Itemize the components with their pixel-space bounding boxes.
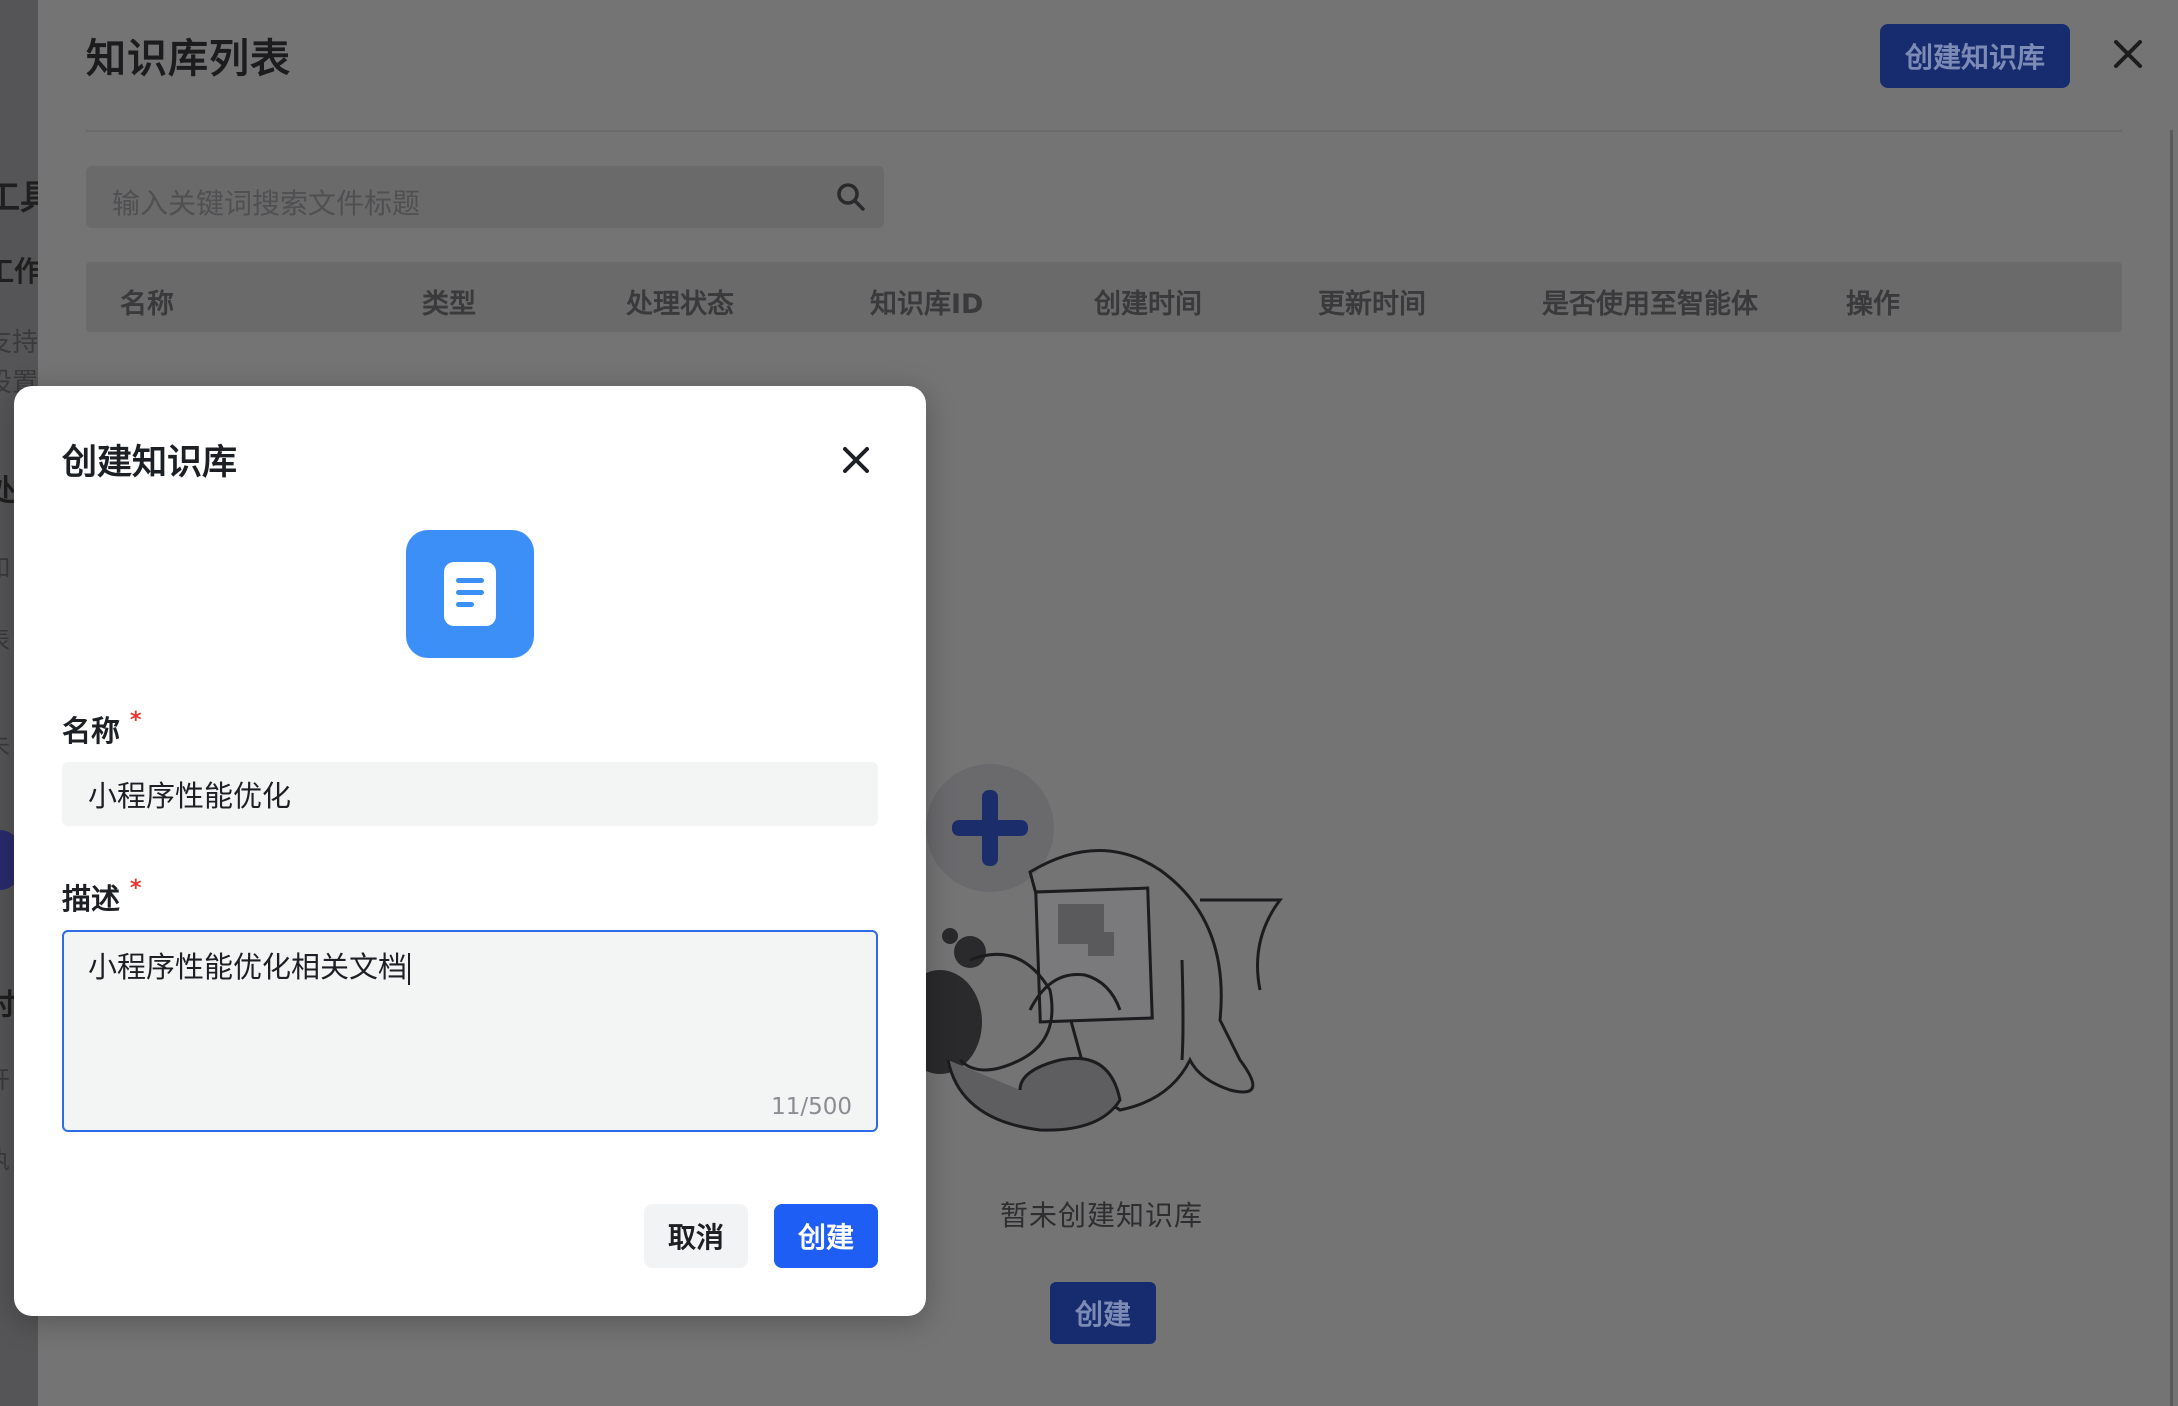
column-header: 更新时间 <box>1318 289 1426 320</box>
column-header: 是否使用至智能体 <box>1542 289 1758 320</box>
required-mark: * <box>130 876 142 901</box>
scrollbar[interactable] <box>2170 130 2173 1406</box>
description-label-text: 描述 <box>62 882 121 916</box>
cancel-button[interactable]: 取消 <box>644 1204 748 1268</box>
create-button[interactable]: 创建 <box>774 1204 878 1268</box>
close-icon[interactable] <box>2108 34 2148 74</box>
sidebar-text-fragment: 开 <box>0 1060 10 1095</box>
page-title: 知识库列表 <box>86 36 291 82</box>
empty-state-illustration <box>900 764 1283 1132</box>
close-icon[interactable] <box>836 440 876 480</box>
sidebar-text-fragment: 工作 <box>0 255 38 288</box>
column-header: 创建时间 <box>1094 289 1202 320</box>
sidebar-text-fragment: 表 <box>0 620 10 655</box>
empty-state-text: 暂未创建知识库 <box>1000 1199 1204 1232</box>
sidebar-text-fragment: 未 <box>0 726 10 761</box>
table-header: 名称 类型 处理状态 知识库ID 创建时间 更新时间 是否使用至智能体 操作 <box>86 262 2122 332</box>
name-label-text: 名称 <box>62 714 121 748</box>
name-label: 名称 * <box>62 708 142 750</box>
column-header: 类型 <box>422 289 476 320</box>
name-field[interactable] <box>62 762 878 826</box>
empty-state-create-button[interactable]: 创建 <box>1050 1282 1156 1344</box>
column-header: 名称 <box>120 289 174 320</box>
sidebar-text-fragment: 支持 <box>0 328 38 358</box>
search-placeholder: 输入关键词搜索文件标题 <box>112 187 421 220</box>
document-icon <box>444 562 496 626</box>
description-textarea[interactable]: 小程序性能优化相关文档 11/500 <box>62 930 878 1132</box>
sidebar-text-fragment: 如 <box>0 548 10 583</box>
description-label: 描述 * <box>62 876 142 918</box>
required-mark: * <box>130 708 142 733</box>
sidebar-text-fragment: 工具 <box>0 178 38 218</box>
search-input[interactable]: 输入关键词搜索文件标题 <box>86 166 884 228</box>
column-header: 处理状态 <box>626 289 734 320</box>
description-value: 小程序性能优化相关文档 <box>88 950 408 984</box>
create-knowledge-base-dialog: 创建知识库 名称 * 描述 * 小程序性能优化相关文档 11/500 取消 创建 <box>14 386 926 1316</box>
knowledge-base-icon[interactable] <box>406 530 534 658</box>
search-icon[interactable] <box>836 182 866 212</box>
text-caret <box>408 953 411 985</box>
character-counter: 11/500 <box>771 1094 852 1120</box>
header-divider <box>86 130 2122 132</box>
sidebar-text-fragment: 执 <box>0 1140 10 1175</box>
column-header: 知识库ID <box>870 289 984 320</box>
description-text-wrap: 小程序性能优化相关文档 <box>88 944 411 986</box>
dialog-title: 创建知识库 <box>62 443 238 483</box>
column-header: 操作 <box>1846 289 1900 320</box>
create-knowledge-base-button[interactable]: 创建知识库 <box>1880 24 2070 88</box>
